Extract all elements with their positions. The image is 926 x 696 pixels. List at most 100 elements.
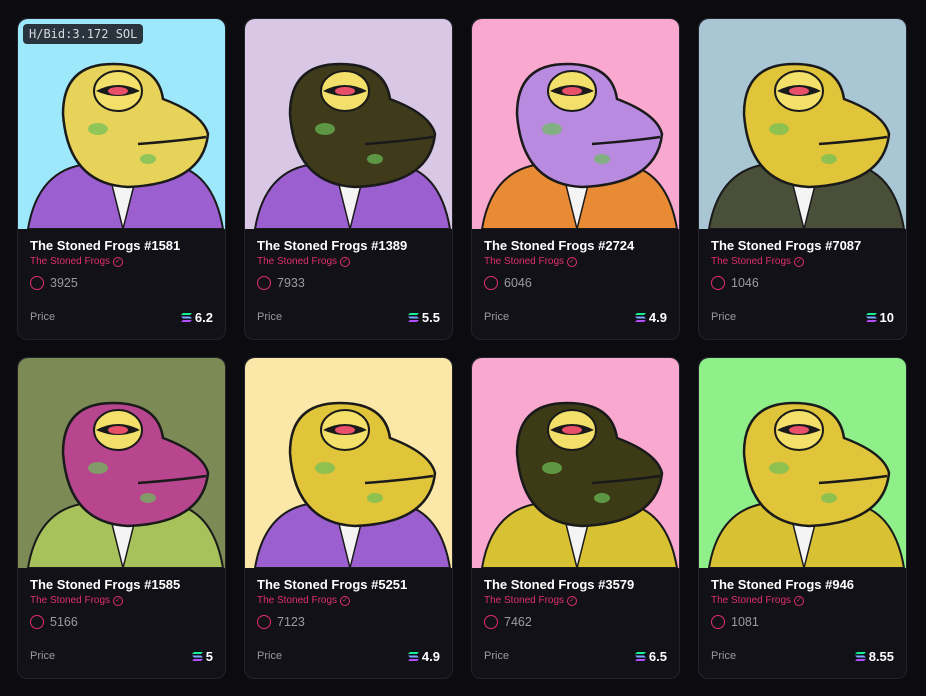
collection-label[interactable]: The Stoned Frogs [257, 595, 337, 606]
rarity-rank: 1081 [711, 615, 759, 629]
price: 6.5 [634, 649, 667, 664]
nft-art[interactable] [699, 19, 906, 229]
rank-circle-icon [30, 615, 44, 629]
solana-icon [634, 652, 646, 661]
nft-title[interactable]: The Stoned Frogs #1389 [257, 238, 407, 253]
price: 4.9 [407, 649, 440, 664]
nft-title[interactable]: The Stoned Frogs #3579 [484, 577, 634, 592]
price: 8.55 [854, 649, 894, 664]
verified-check-icon: ✓ [340, 256, 351, 267]
price: 10 [865, 310, 894, 325]
rank-value: 5166 [50, 615, 78, 629]
solana-icon [191, 652, 203, 661]
price-value: 10 [879, 310, 894, 325]
rarity-rank: 1046 [711, 276, 759, 290]
price-label: Price [257, 650, 283, 662]
collection-name[interactable]: The Stoned Frogs ✓ [711, 256, 805, 267]
rarity-rank: 7462 [484, 615, 532, 629]
rarity-rank: 7123 [257, 615, 305, 629]
rarity-rank: 6046 [484, 276, 532, 290]
solana-icon [180, 313, 192, 322]
rank-value: 1081 [731, 615, 759, 629]
nft-image [245, 358, 452, 568]
price-value: 5.5 [421, 310, 440, 325]
nft-title[interactable]: The Stoned Frogs #1585 [30, 577, 180, 592]
collection-label[interactable]: The Stoned Frogs [484, 595, 564, 606]
collection-name[interactable]: The Stoned Frogs ✓ [484, 256, 578, 267]
rank-value: 7123 [277, 615, 305, 629]
verified-check-icon: ✓ [340, 595, 351, 606]
rank-value: 3925 [50, 276, 78, 290]
nft-art[interactable] [245, 358, 452, 568]
price-label: Price [30, 311, 56, 323]
price-label: Price [484, 311, 510, 323]
collection-name[interactable]: The Stoned Frogs ✓ [30, 256, 124, 267]
verified-check-icon: ✓ [567, 595, 578, 606]
price: 5.5 [407, 310, 440, 325]
collection-label[interactable]: The Stoned Frogs [257, 256, 337, 267]
collection-name[interactable]: The Stoned Frogs ✓ [257, 595, 351, 606]
price-label: Price [711, 311, 737, 323]
collection-name[interactable]: The Stoned Frogs ✓ [711, 595, 805, 606]
rank-value: 7933 [277, 276, 305, 290]
nft-art[interactable] [699, 358, 906, 568]
nft-title[interactable]: The Stoned Frogs #5251 [257, 577, 407, 592]
collection-label[interactable]: The Stoned Frogs [711, 595, 791, 606]
price-value: 4.9 [648, 310, 667, 325]
nft-image [472, 19, 679, 229]
nft-art[interactable] [472, 19, 679, 229]
nft-title[interactable]: The Stoned Frogs #7087 [711, 238, 861, 253]
nft-card[interactable]: The Stoned Frogs #1389 The Stoned Frogs … [244, 18, 453, 340]
nft-card[interactable]: The Stoned Frogs #1585 The Stoned Frogs … [17, 357, 226, 679]
solana-icon [865, 313, 877, 322]
collection-label[interactable]: The Stoned Frogs [484, 256, 564, 267]
nft-card[interactable]: H/Bid:3.172 SOL The Stoned Frogs #1581 T… [17, 18, 226, 340]
collection-name[interactable]: The Stoned Frogs ✓ [484, 595, 578, 606]
nft-card[interactable]: The Stoned Frogs #2724 The Stoned Frogs … [471, 18, 680, 340]
price-label: Price [484, 650, 510, 662]
rarity-rank: 7933 [257, 276, 305, 290]
nft-card[interactable]: The Stoned Frogs #946 The Stoned Frogs ✓… [698, 357, 907, 679]
nft-art[interactable]: H/Bid:3.172 SOL [18, 19, 225, 229]
rank-circle-icon [257, 615, 271, 629]
nft-image [699, 19, 906, 229]
nft-title[interactable]: The Stoned Frogs #1581 [30, 238, 180, 253]
rank-value: 6046 [504, 276, 532, 290]
nft-art[interactable] [245, 19, 452, 229]
collection-label[interactable]: The Stoned Frogs [30, 595, 110, 606]
rank-value: 7462 [504, 615, 532, 629]
rank-circle-icon [484, 615, 498, 629]
collection-name[interactable]: The Stoned Frogs ✓ [257, 256, 351, 267]
price: 5 [191, 649, 213, 664]
rank-circle-icon [711, 276, 725, 290]
price-label: Price [711, 650, 737, 662]
verified-check-icon: ✓ [567, 256, 578, 267]
nft-art[interactable] [472, 358, 679, 568]
rank-circle-icon [484, 276, 498, 290]
collection-label[interactable]: The Stoned Frogs [711, 256, 791, 267]
nft-image [18, 19, 225, 229]
rank-value: 1046 [731, 276, 759, 290]
solana-icon [854, 652, 866, 661]
solana-icon [634, 313, 646, 322]
nft-card[interactable]: The Stoned Frogs #5251 The Stoned Frogs … [244, 357, 453, 679]
rank-circle-icon [257, 276, 271, 290]
nft-grid: H/Bid:3.172 SOL The Stoned Frogs #1581 T… [0, 0, 926, 696]
rarity-rank: 5166 [30, 615, 78, 629]
nft-title[interactable]: The Stoned Frogs #946 [711, 577, 854, 592]
collection-label[interactable]: The Stoned Frogs [30, 256, 110, 267]
verified-check-icon: ✓ [113, 595, 124, 606]
nft-image [18, 358, 225, 568]
price-label: Price [257, 311, 283, 323]
price-label: Price [30, 650, 56, 662]
nft-image [245, 19, 452, 229]
nft-card[interactable]: The Stoned Frogs #3579 The Stoned Frogs … [471, 357, 680, 679]
rank-circle-icon [30, 276, 44, 290]
nft-art[interactable] [18, 358, 225, 568]
rarity-rank: 3925 [30, 276, 78, 290]
collection-name[interactable]: The Stoned Frogs ✓ [30, 595, 124, 606]
nft-title[interactable]: The Stoned Frogs #2724 [484, 238, 634, 253]
solana-icon [407, 652, 419, 661]
nft-image [472, 358, 679, 568]
nft-card[interactable]: The Stoned Frogs #7087 The Stoned Frogs … [698, 18, 907, 340]
